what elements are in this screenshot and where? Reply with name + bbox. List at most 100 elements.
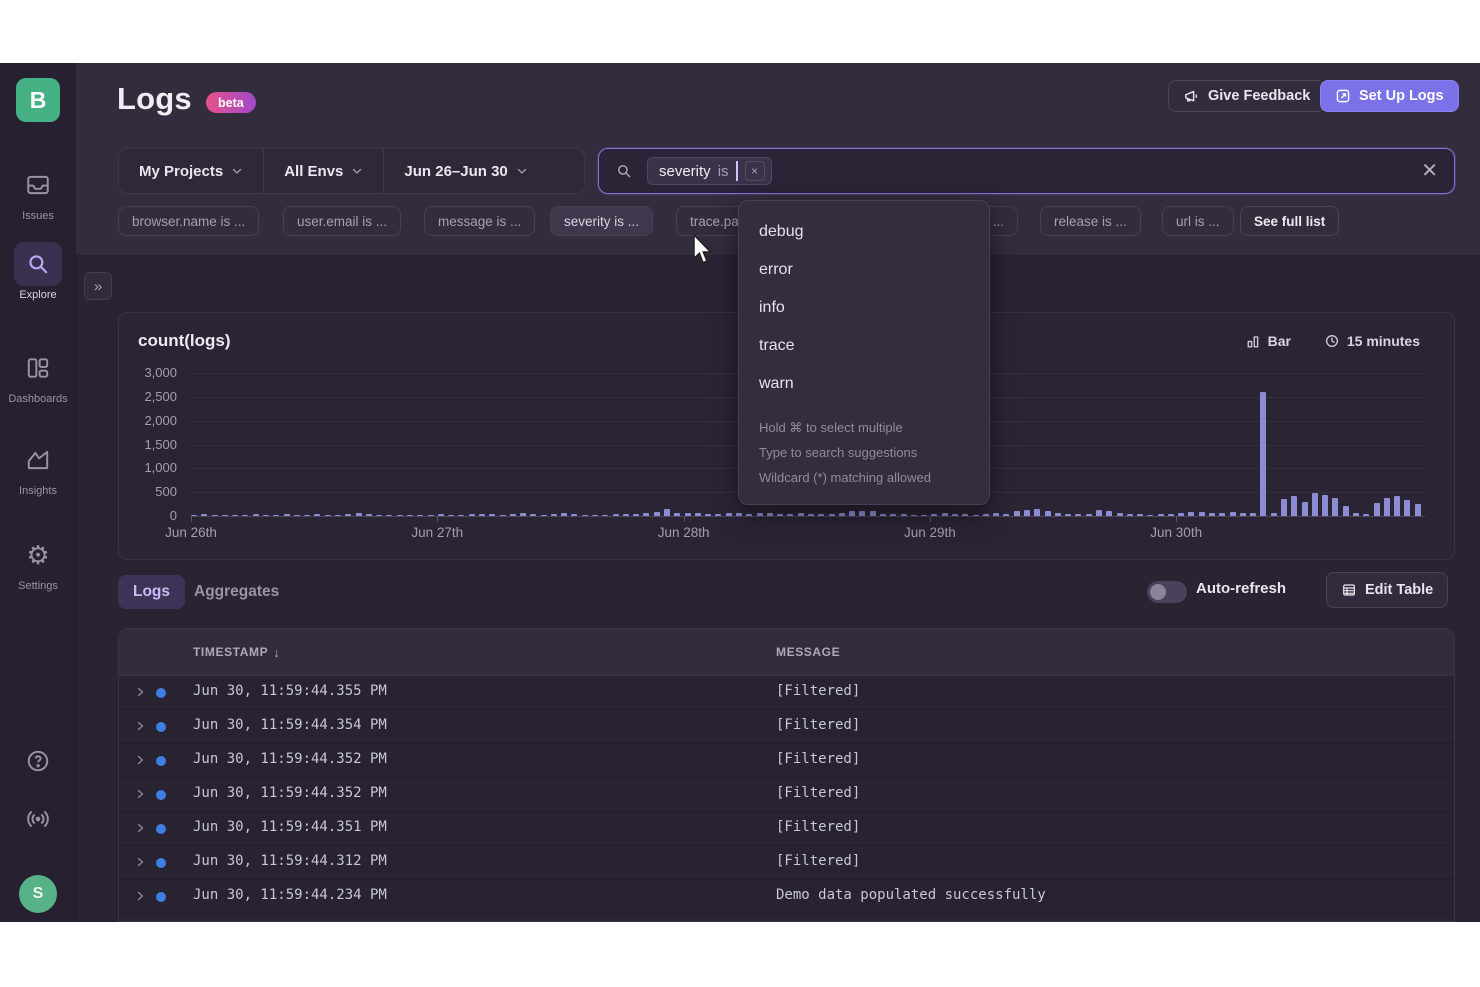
edit-table-button[interactable]: Edit Table	[1326, 572, 1448, 608]
chart-bar	[911, 515, 917, 517]
gear-icon: ⚙	[14, 533, 62, 577]
filter-chip[interactable]: message is ...	[424, 206, 535, 236]
user-avatar[interactable]: S	[19, 875, 57, 913]
chart-bar	[1117, 513, 1123, 516]
give-feedback-button[interactable]: Give Feedback	[1168, 80, 1325, 112]
dropdown-hint: Wildcard (*) matching allowed	[759, 465, 975, 490]
dropdown-option-warn[interactable]: warn	[739, 365, 989, 403]
project-filter-dropdown[interactable]: My Projects	[119, 149, 263, 193]
project-filter-label: My Projects	[139, 163, 223, 180]
expand-chevron-icon[interactable]	[134, 753, 146, 767]
chart-bar	[1096, 510, 1102, 516]
sidebar: B Issues Explore	[0, 63, 77, 922]
environment-filter-dropdown[interactable]: All Envs	[264, 149, 383, 193]
filter-chip[interactable]: user.email is ...	[283, 206, 401, 236]
filter-chip[interactable]: severity is ...	[550, 206, 653, 236]
chart-bar	[438, 514, 444, 516]
expand-chevron-icon[interactable]	[134, 855, 146, 869]
chart-bar	[376, 515, 382, 517]
tab-aggregates[interactable]: Aggregates	[186, 575, 287, 609]
filter-chip[interactable]: release is ...	[1040, 206, 1141, 236]
expand-chevron-icon[interactable]	[134, 889, 146, 903]
sidebar-item-explore[interactable]: Explore	[0, 242, 76, 301]
chart-bar	[1322, 495, 1328, 516]
y-axis-tick-label: 0	[119, 508, 177, 523]
y-axis-tick-label: 2,000	[119, 413, 177, 428]
chart-bar	[407, 515, 413, 517]
sidebar-collapse-button[interactable]: »	[84, 272, 112, 300]
x-axis-tick-label: Jun 28th	[634, 525, 734, 540]
severity-dot	[156, 790, 166, 800]
screenshot-stage: B Issues Explore	[0, 0, 1480, 987]
chart-bar	[654, 512, 660, 516]
search-clear-icon[interactable]: ✕	[1421, 161, 1438, 181]
y-axis-tick-label: 3,000	[119, 365, 177, 380]
sidebar-item-label: Explore	[19, 289, 56, 301]
chart-bar	[695, 513, 701, 516]
sidebar-item-dashboards[interactable]: Dashboards	[0, 346, 76, 405]
set-up-logs-label: Set Up Logs	[1359, 88, 1444, 104]
x-axis-tick-label: Jun 29th	[880, 525, 980, 540]
log-message: [Filtered]	[776, 751, 860, 767]
log-message: Demo data populated successfully	[776, 887, 1046, 903]
chart-bar	[1014, 511, 1020, 516]
page-title: Logs	[117, 81, 192, 117]
chart-bar	[602, 515, 608, 517]
expand-chevron-icon[interactable]	[134, 787, 146, 801]
search-input[interactable]: severity is × ✕	[598, 148, 1455, 194]
chart-bar	[952, 514, 958, 516]
expand-chevron-icon[interactable]	[134, 685, 146, 699]
auto-refresh-toggle[interactable]	[1147, 581, 1187, 603]
filter-chip[interactable]: url is ...	[1162, 206, 1234, 236]
table-row[interactable]: Jun 30, 11:59:44.352 PM[Filtered]	[119, 744, 1454, 778]
sidebar-item-label: Dashboards	[8, 393, 67, 405]
sidebar-item-label: Insights	[19, 485, 57, 497]
column-header-message[interactable]: MESSAGE	[776, 629, 840, 675]
expand-chevron-icon[interactable]	[134, 821, 146, 835]
date-range-label: Jun 26–Jun 30	[404, 163, 507, 180]
sidebar-item-insights[interactable]: Insights	[0, 438, 76, 497]
filter-chip[interactable]: browser.name is ...	[118, 206, 259, 236]
sidebar-item-settings[interactable]: ⚙ Settings	[0, 533, 76, 592]
dropdown-option-trace[interactable]: trace	[739, 327, 989, 365]
dropdown-option-debug[interactable]: debug	[739, 213, 989, 251]
expand-chevron-icon[interactable]	[134, 719, 146, 733]
table-row[interactable]: Jun 30, 11:59:44.355 PM[Filtered]	[119, 676, 1454, 710]
chart-bar	[304, 515, 310, 517]
chart-bar	[613, 514, 619, 516]
set-up-logs-button[interactable]: Set Up Logs	[1320, 80, 1459, 112]
chart-bar	[1178, 513, 1184, 516]
see-full-list-chip[interactable]: See full list	[1240, 206, 1339, 236]
chart-bar	[325, 515, 331, 517]
chart-bar	[726, 513, 732, 516]
chart-bar	[489, 514, 495, 516]
chart-bar	[314, 514, 320, 516]
search-filter-token[interactable]: severity is ×	[647, 157, 772, 185]
chart-type-control[interactable]: Bar	[1246, 333, 1291, 349]
table-row[interactable]: Jun 30, 11:59:44.352 PM[Filtered]	[119, 778, 1454, 812]
date-range-dropdown[interactable]: Jun 26–Jun 30	[384, 149, 547, 193]
chart-bar	[386, 515, 392, 517]
dropdown-hint: Type to search suggestions	[759, 440, 975, 465]
megaphone-icon	[1183, 88, 1200, 105]
chart-interval-label: 15 minutes	[1347, 333, 1420, 349]
table-row[interactable]: Jun 30, 11:59:44.312 PM[Filtered]	[119, 846, 1454, 880]
token-remove-icon[interactable]: ×	[745, 161, 765, 181]
y-axis-tick-label: 1,500	[119, 437, 177, 452]
dropdown-option-info[interactable]: info	[739, 289, 989, 327]
table-row[interactable]: Jun 30, 11:59:44.351 PM[Filtered]	[119, 812, 1454, 846]
table-row[interactable]: Jun 30, 11:59:44.234 PMDemo data populat…	[119, 914, 1454, 922]
sidebar-item-issues[interactable]: Issues	[0, 163, 76, 222]
chart-interval-control[interactable]: 15 minutes	[1324, 333, 1420, 349]
chart-bar	[674, 513, 680, 516]
org-logo[interactable]: B	[16, 78, 60, 122]
table-row[interactable]: Jun 30, 11:59:44.354 PM[Filtered]	[119, 710, 1454, 744]
sidebar-broadcast-button[interactable]	[0, 803, 76, 835]
table-row[interactable]: Jun 30, 11:59:44.234 PMDemo data populat…	[119, 880, 1454, 914]
chart-bar	[335, 515, 341, 517]
tab-logs[interactable]: Logs	[118, 575, 185, 609]
chart-bar	[263, 515, 269, 517]
column-header-timestamp[interactable]: TIMESTAMP ↓	[193, 629, 280, 675]
dropdown-option-error[interactable]: error	[739, 251, 989, 289]
sidebar-help-button[interactable]	[0, 745, 76, 777]
